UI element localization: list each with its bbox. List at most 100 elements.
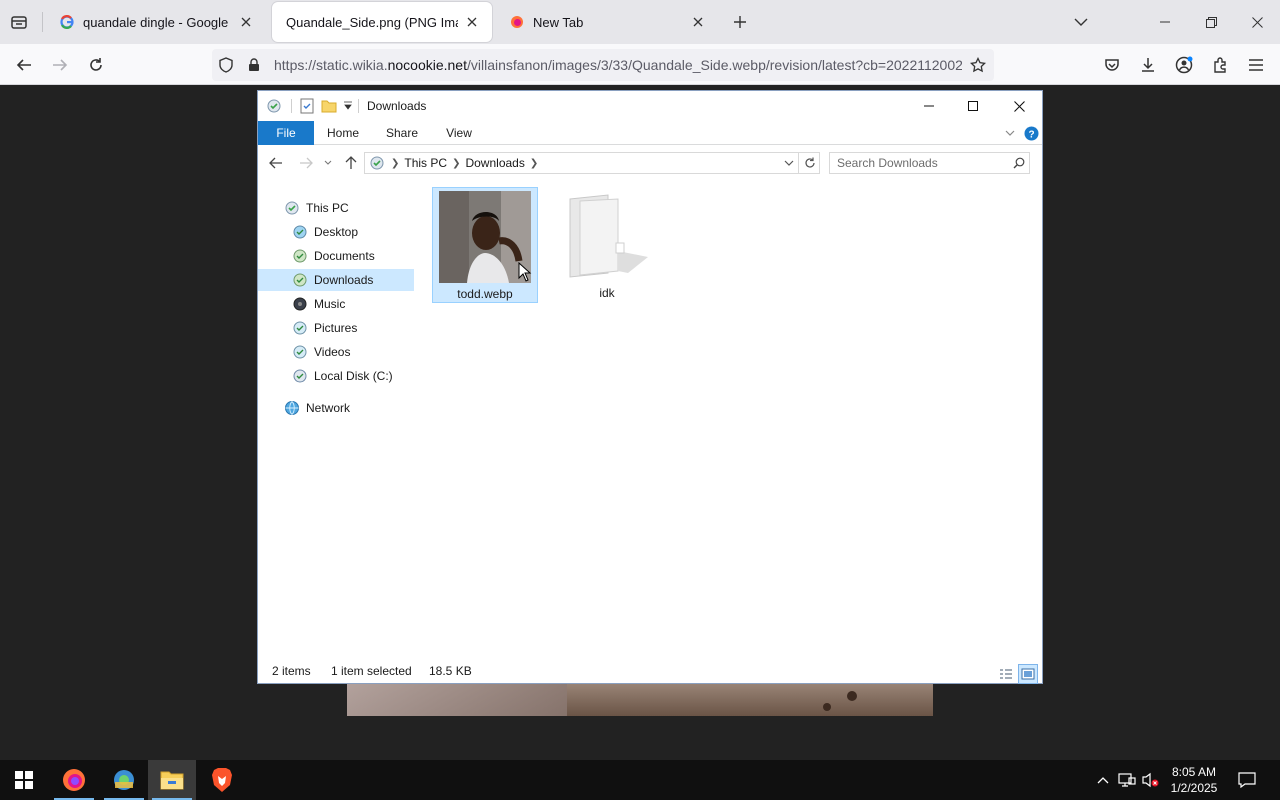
refresh-button[interactable] bbox=[798, 152, 820, 174]
explorer-close-button[interactable] bbox=[996, 91, 1042, 121]
back-button[interactable] bbox=[10, 51, 38, 79]
title-separator bbox=[291, 99, 292, 113]
expand-ribbon-button[interactable] bbox=[1002, 125, 1018, 141]
list-all-tabs-button[interactable] bbox=[1058, 0, 1104, 44]
lock-icon[interactable] bbox=[240, 49, 268, 81]
brave-icon bbox=[212, 768, 232, 792]
tab-google-search[interactable]: quandale dingle - Google Search bbox=[46, 2, 266, 42]
tracking-protection-icon[interactable] bbox=[212, 49, 240, 81]
tab-new-tab[interactable]: New Tab bbox=[496, 2, 718, 42]
tree-item-desktop[interactable]: Desktop bbox=[292, 221, 414, 243]
ribbon-tab-share[interactable]: Share bbox=[380, 121, 424, 145]
tree-item-pictures[interactable]: Pictures bbox=[292, 317, 414, 339]
ribbon-tab-home[interactable]: Home bbox=[322, 121, 364, 145]
explorer-app-icon[interactable] bbox=[266, 98, 282, 114]
control-panel-icon bbox=[114, 770, 134, 790]
tree-label: This PC bbox=[306, 201, 349, 215]
tree-item-downloads[interactable]: Downloads bbox=[258, 269, 414, 291]
help-button[interactable]: ? bbox=[1023, 125, 1039, 141]
breadcrumb-chevron[interactable]: ❯ bbox=[452, 158, 460, 169]
close-tab-icon[interactable] bbox=[690, 14, 706, 30]
downloads-icon bbox=[292, 272, 308, 288]
tab-list-button[interactable] bbox=[6, 10, 32, 34]
breadcrumb-chevron[interactable]: ❯ bbox=[530, 158, 538, 169]
new-tab-button[interactable] bbox=[728, 10, 752, 34]
network-tray-button[interactable] bbox=[1116, 760, 1138, 800]
search-icon[interactable] bbox=[1009, 153, 1029, 173]
action-center-button[interactable] bbox=[1232, 760, 1262, 800]
tree-item-videos[interactable]: Videos bbox=[292, 341, 414, 363]
new-folder-icon[interactable] bbox=[321, 98, 337, 114]
recent-locations-button[interactable] bbox=[321, 154, 335, 172]
close-tab-icon[interactable] bbox=[238, 14, 254, 30]
account-button[interactable] bbox=[1170, 51, 1198, 79]
volume-tray-button[interactable] bbox=[1140, 760, 1162, 800]
taskbar: 8:05 AM 1/2/2025 bbox=[0, 760, 1280, 800]
url-bar[interactable]: https://static.wikia.nocookie.net/villai… bbox=[212, 49, 994, 81]
file-explorer-window: Downloads File Home Share View ? ❯ This … bbox=[257, 90, 1043, 684]
bookmark-star-icon[interactable] bbox=[962, 49, 994, 81]
close-icon bbox=[1251, 16, 1263, 28]
back-button[interactable] bbox=[266, 154, 286, 172]
address-bar[interactable]: ❯ This PC ❯ Downloads ❯ bbox=[364, 152, 820, 174]
ribbon-tab-view[interactable]: View bbox=[440, 121, 478, 145]
tab-quandale-image[interactable]: Quandale_Side.png (PNG Image, 586 bbox=[272, 2, 492, 42]
restore-button[interactable] bbox=[1188, 0, 1234, 44]
quick-access-dropdown-icon[interactable] bbox=[340, 98, 356, 114]
file-explorer-icon bbox=[160, 771, 184, 790]
forward-button[interactable] bbox=[46, 51, 74, 79]
tree-item-music[interactable]: Music bbox=[292, 293, 414, 315]
browser-nav-bar: https://static.wikia.nocookie.net/villai… bbox=[0, 44, 1280, 85]
pocket-button[interactable] bbox=[1098, 51, 1126, 79]
system-clock[interactable]: 8:05 AM 1/2/2025 bbox=[1160, 764, 1228, 796]
tree-label: Network bbox=[306, 401, 351, 415]
address-dropdown-button[interactable] bbox=[779, 153, 797, 173]
browser-tab-bar: quandale dingle - Google Search Quandale… bbox=[0, 0, 1280, 44]
details-view-button[interactable] bbox=[996, 664, 1016, 684]
folder-icon bbox=[561, 190, 653, 282]
ribbon-tab-file[interactable]: File bbox=[258, 121, 314, 145]
app-menu-button[interactable] bbox=[1242, 51, 1270, 79]
breadcrumb-downloads[interactable]: Downloads bbox=[465, 156, 524, 170]
taskbar-control-panel[interactable] bbox=[100, 760, 148, 800]
close-button[interactable] bbox=[1234, 0, 1280, 44]
show-hidden-icons-button[interactable] bbox=[1092, 760, 1114, 800]
taskbar-brave[interactable] bbox=[198, 760, 246, 800]
explorer-title-bar[interactable]: Downloads bbox=[258, 91, 1042, 121]
tab-list-icon bbox=[11, 16, 27, 29]
taskbar-firefox[interactable] bbox=[50, 760, 98, 800]
plus-icon bbox=[734, 16, 746, 28]
file-item-todd-webp[interactable]: todd.webp bbox=[432, 187, 538, 303]
explorer-maximize-button[interactable] bbox=[950, 91, 996, 121]
chevron-down-icon bbox=[324, 160, 332, 165]
tree-label: Music bbox=[314, 297, 346, 311]
tab-title: quandale dingle - Google Search bbox=[83, 14, 232, 30]
downloads-button[interactable] bbox=[1134, 51, 1162, 79]
image-detail bbox=[847, 691, 857, 701]
search-input[interactable]: Search Downloads bbox=[829, 152, 1030, 174]
breadcrumb-chevron[interactable]: ❯ bbox=[391, 158, 399, 169]
browser-window-controls bbox=[1058, 0, 1280, 44]
chevron-down-icon bbox=[1005, 130, 1015, 136]
breadcrumb-this-pc[interactable]: This PC bbox=[404, 156, 447, 170]
tree-label: Downloads bbox=[314, 273, 374, 287]
tree-item-network[interactable]: Network bbox=[284, 397, 414, 419]
taskbar-file-explorer[interactable] bbox=[148, 760, 196, 800]
close-tab-icon[interactable] bbox=[464, 14, 480, 30]
minimize-button[interactable] bbox=[1142, 0, 1188, 44]
start-button[interactable] bbox=[0, 760, 48, 800]
forward-button[interactable] bbox=[296, 154, 316, 172]
explorer-minimize-button[interactable] bbox=[906, 91, 952, 121]
title-separator bbox=[358, 99, 359, 113]
reload-button[interactable] bbox=[82, 51, 110, 79]
extensions-button[interactable] bbox=[1206, 51, 1234, 79]
up-button[interactable] bbox=[341, 154, 361, 172]
pictures-icon bbox=[292, 320, 308, 336]
properties-icon[interactable] bbox=[299, 98, 315, 114]
tree-item-local-disk[interactable]: Local Disk (C:) bbox=[292, 365, 414, 387]
large-icons-view-button[interactable] bbox=[1018, 664, 1038, 684]
file-item-idk-folder[interactable]: idk bbox=[554, 187, 660, 303]
quandale-image[interactable] bbox=[347, 683, 933, 716]
tree-item-this-pc[interactable]: This PC bbox=[284, 197, 414, 219]
tree-item-documents[interactable]: Documents bbox=[292, 245, 414, 267]
